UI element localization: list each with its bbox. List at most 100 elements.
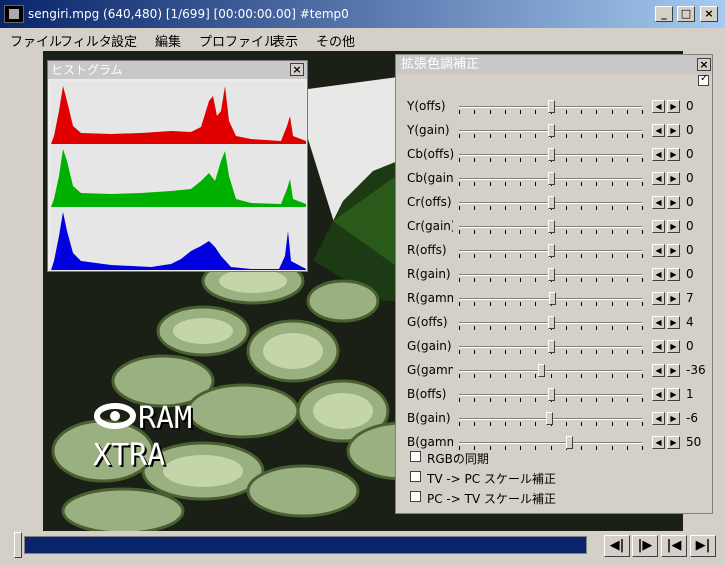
slider-tick (596, 422, 598, 426)
slider-tick (459, 110, 460, 114)
slider-thumb[interactable] (545, 412, 553, 425)
slider-thumb[interactable] (547, 340, 555, 353)
panel-enable-checkbox[interactable]: ✓ (698, 73, 709, 86)
increment-button[interactable]: ▶ (667, 220, 680, 233)
decrement-button[interactable]: ◀ (652, 148, 665, 161)
seek-bar[interactable] (24, 536, 587, 554)
slider-tick (581, 350, 582, 354)
increment-button[interactable]: ▶ (667, 316, 680, 329)
decrement-button[interactable]: ◀ (652, 268, 665, 281)
menu-profile[interactable]: プロファイル (199, 31, 277, 50)
slider-tick (611, 110, 613, 114)
slider-tick (489, 158, 491, 162)
slider-tick (489, 398, 491, 402)
menu-view[interactable]: 表示 (272, 31, 298, 50)
increment-button[interactable]: ▶ (667, 124, 680, 137)
slider-tick (489, 374, 491, 378)
slider-tick (459, 302, 460, 306)
decrement-button[interactable]: ◀ (652, 436, 665, 449)
decrement-button[interactable]: ◀ (652, 220, 665, 233)
next-frame-button[interactable]: |▶ (632, 535, 658, 557)
slider-tick (504, 278, 506, 282)
option-checkbox[interactable] (410, 451, 421, 462)
slider-label: Cb(gain) (407, 171, 453, 185)
app-icon[interactable] (4, 5, 24, 23)
increment-button[interactable]: ▶ (667, 388, 680, 401)
slider-thumb[interactable] (547, 244, 555, 257)
prev-frame-button[interactable]: ◀| (604, 535, 630, 557)
option-checkbox[interactable] (410, 471, 421, 482)
slider-value: 7 (686, 291, 694, 305)
slider-tick (611, 230, 613, 234)
histogram-close-button[interactable]: × (290, 63, 304, 76)
decrement-button[interactable]: ◀ (652, 196, 665, 209)
increment-button[interactable]: ▶ (667, 364, 680, 377)
slider-value: -36 (686, 363, 706, 377)
slider-tick (459, 158, 460, 162)
slider-thumb[interactable] (548, 316, 556, 329)
slider-thumb[interactable] (547, 196, 555, 209)
slider-tick (535, 182, 537, 186)
slider-track[interactable] (459, 442, 642, 444)
increment-button[interactable]: ▶ (667, 100, 680, 113)
increment-button[interactable]: ▶ (667, 196, 680, 209)
maximize-button[interactable]: □ (677, 6, 695, 22)
first-frame-button[interactable]: |◀ (661, 535, 687, 557)
slider-thumb[interactable] (547, 172, 555, 185)
seek-thumb[interactable] (14, 532, 22, 558)
slider-track[interactable] (459, 370, 642, 372)
slider-thumb[interactable] (538, 364, 546, 377)
slider-thumb[interactable] (547, 124, 555, 137)
decrement-button[interactable]: ◀ (652, 292, 665, 305)
slider-thumb[interactable] (547, 268, 555, 281)
decrement-button[interactable]: ◀ (652, 316, 665, 329)
increment-button[interactable]: ▶ (667, 244, 680, 257)
slider-tick (642, 350, 643, 354)
panel-close-button[interactable]: × (697, 58, 711, 71)
decrement-button[interactable]: ◀ (652, 364, 665, 377)
decrement-button[interactable]: ◀ (652, 100, 665, 113)
decrement-button[interactable]: ◀ (652, 244, 665, 257)
increment-button[interactable]: ▶ (667, 292, 680, 305)
slider-tick (489, 206, 491, 210)
slider-thumb[interactable] (565, 436, 573, 449)
minimize-button[interactable]: _ (655, 6, 673, 22)
menu-filter[interactable]: フィルタ (60, 31, 112, 50)
slider-label: Y(offs) (407, 99, 446, 113)
slider-thumb[interactable] (547, 100, 555, 113)
increment-button[interactable]: ▶ (667, 148, 680, 161)
slider-tick (489, 302, 491, 306)
decrement-button[interactable]: ◀ (652, 124, 665, 137)
decrement-button[interactable]: ◀ (652, 172, 665, 185)
histogram-window[interactable]: ヒストグラム × (47, 60, 308, 272)
slider-thumb[interactable] (549, 292, 557, 305)
decrement-button[interactable]: ◀ (652, 340, 665, 353)
menu-other[interactable]: その他 (316, 31, 355, 50)
close-button[interactable]: × (700, 6, 718, 22)
decrement-button[interactable]: ◀ (652, 412, 665, 425)
increment-button[interactable]: ▶ (667, 268, 680, 281)
slider-tick (596, 158, 598, 162)
increment-button[interactable]: ▶ (667, 436, 680, 449)
slider-thumb[interactable] (547, 220, 555, 233)
option-label: RGBの同期 (427, 452, 489, 466)
slider-value: -6 (686, 411, 698, 425)
slider-label: B(gain) (407, 411, 451, 425)
last-frame-button[interactable]: ▶| (690, 535, 716, 557)
slider-tick (565, 134, 567, 138)
slider-tick (489, 278, 491, 282)
menu-settings[interactable]: 設定 (111, 31, 137, 50)
option-checkbox[interactable] (410, 491, 421, 502)
color-correction-panel[interactable]: 拡張色調補正 × ✓ Y(offs) ◀ ▶ 0 Y(gain) ◀ ▶ 0 Cb(offs) ◀… (395, 54, 713, 514)
menu-edit[interactable]: 編集 (155, 31, 181, 50)
slider-label: R(offs) (407, 243, 447, 257)
increment-button[interactable]: ▶ (667, 172, 680, 185)
decrement-button[interactable]: ◀ (652, 388, 665, 401)
slider-tick (565, 302, 567, 306)
slider-thumb[interactable] (547, 148, 555, 161)
menu-file[interactable]: ファイル (10, 31, 62, 50)
increment-button[interactable]: ▶ (667, 340, 680, 353)
slider-thumb[interactable] (547, 388, 555, 401)
increment-button[interactable]: ▶ (667, 412, 680, 425)
slider-tick (642, 446, 643, 450)
